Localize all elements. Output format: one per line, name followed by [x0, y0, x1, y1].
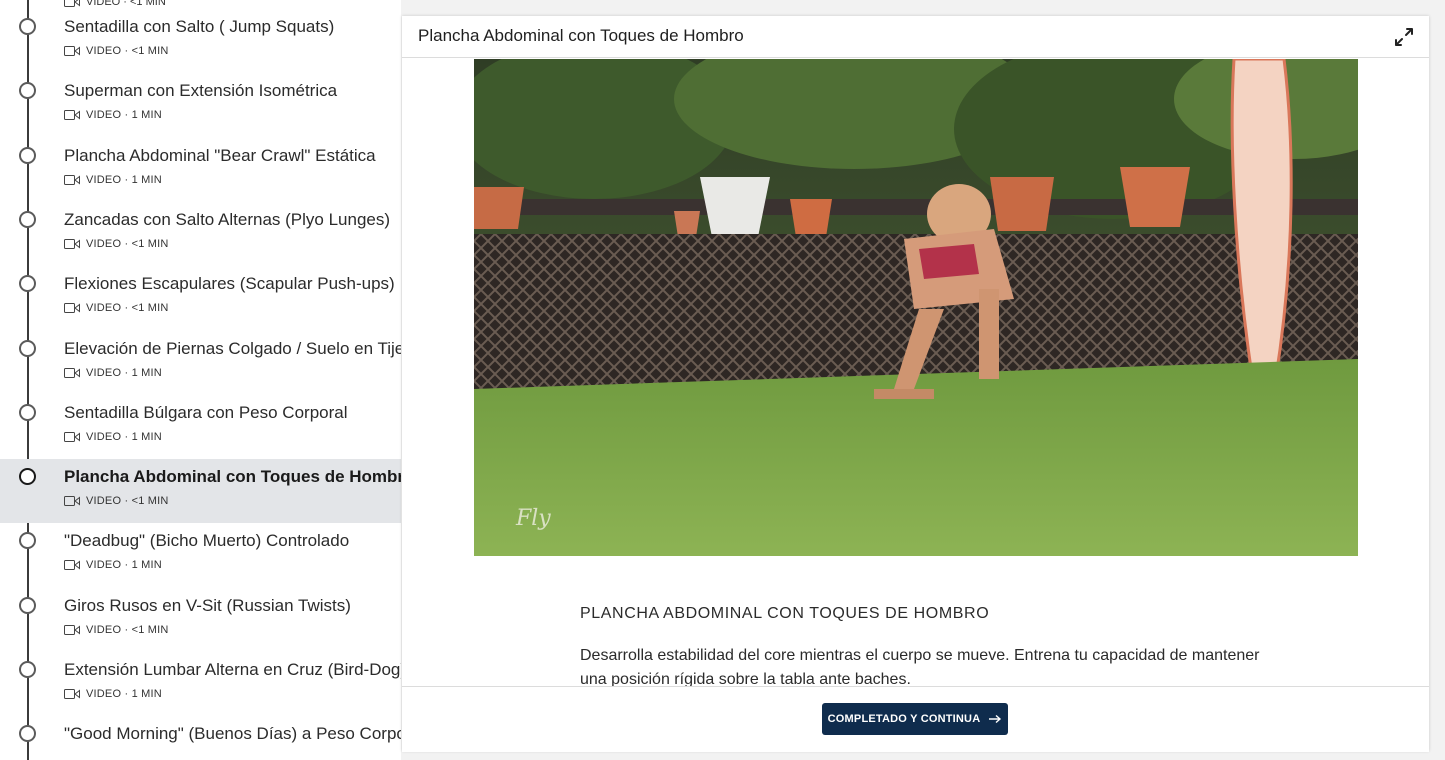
lesson-status-circle: [19, 275, 36, 292]
video-camera-icon: [64, 46, 80, 56]
lesson-heading: PLANCHA ABDOMINAL CON TOQUES DE HOMBRO: [580, 605, 990, 622]
lesson-title: Superman con Extensión Isométrica: [64, 81, 338, 100]
lesson-meta: VIDEO · <1 MIN: [86, 45, 169, 57]
lesson-meta-row: VIDEO · <1 MIN: [64, 623, 169, 637]
lesson-title: Sentadilla con Salto ( Jump Squats): [64, 17, 335, 36]
lesson-title: "Good Morning" (Buenos Días) a Peso Corp…: [64, 724, 401, 743]
lesson-status-circle: [19, 468, 36, 485]
lesson-meta: VIDEO · <1 MIN: [86, 495, 169, 507]
lesson-sidebar: VIDEO · <1 MIN Sentadilla con Salto ( Ju…: [0, 0, 401, 760]
video-camera-icon: [64, 432, 80, 442]
lesson-status-circle: [19, 147, 36, 164]
video-camera-icon: [64, 303, 80, 313]
lesson-meta: VIDEO · <1 MIN: [86, 238, 169, 250]
lesson-content-panel: Plancha Abdominal con Toques de Hombro F…: [402, 16, 1429, 752]
lesson-item[interactable]: Sentadilla Búlgara con Peso Corporal VIDE…: [0, 395, 401, 459]
lesson-item[interactable]: Giros Rusos en V-Sit (Russian Twists) VID…: [0, 588, 401, 652]
lesson-meta-row: VIDEO · <1 MIN: [64, 44, 169, 58]
lesson-meta: VIDEO · 1 MIN: [86, 367, 162, 379]
lesson-status-circle: [19, 532, 36, 549]
video-camera-icon: [64, 239, 80, 249]
panel-header: Plancha Abdominal con Toques de Hombro: [402, 16, 1429, 58]
lesson-item[interactable]: "Deadbug" (Bicho Muerto) Controlado VIDEO…: [0, 523, 401, 587]
lesson-meta: VIDEO · <1 MIN: [86, 0, 166, 8]
lesson-item[interactable]: Elevación de Piernas Colgado / Suelo en …: [0, 331, 401, 395]
lesson-status-circle: [19, 211, 36, 228]
lesson-description: Desarrolla estabilidad del core mientras…: [580, 647, 1260, 688]
lesson-status-circle: [19, 404, 36, 421]
lesson-title: Extensión Lumbar Alterna en Cruz (Bird-D…: [64, 660, 401, 679]
lesson-status-circle: [19, 661, 36, 678]
complete-and-continue-button[interactable]: COMPLETADO Y CONTINUA: [822, 703, 1008, 735]
lesson-meta-row: VIDEO · 1 MIN: [64, 687, 162, 701]
lesson-item[interactable]: Zancadas con Salto Alternas (Plyo Lunges…: [0, 202, 401, 266]
lesson-meta-row: VIDEO · <1 MIN: [64, 237, 169, 251]
lesson-title: Plancha Abdominal con Toques de Hombro: [64, 467, 401, 486]
lesson-meta: VIDEO · 1 MIN: [86, 431, 162, 443]
lesson-title: Zancadas con Salto Alternas (Plyo Lunges…: [64, 210, 391, 229]
lesson-meta: VIDEO · <1 MIN: [86, 624, 169, 636]
lesson-status-circle: [19, 82, 36, 99]
video-camera-icon: [64, 0, 80, 7]
lesson-meta-row: VIDEO · 1 MIN: [64, 558, 162, 572]
lesson-status-circle: [19, 597, 36, 614]
lesson-meta: VIDEO · 1 MIN: [86, 109, 162, 121]
lesson-title: Plancha Abdominal "Bear Crawl" Estática: [64, 146, 376, 165]
lesson-status-circle: [19, 725, 36, 742]
lesson-status-circle: [19, 340, 36, 357]
video-watermark: Fly: [515, 506, 551, 531]
lesson-title: "Deadbug" (Bicho Muerto) Controlado: [64, 531, 350, 550]
lesson-meta-row: VIDEO · 1 MIN: [64, 108, 162, 122]
panel-title: Plancha Abdominal con Toques de Hombro: [418, 26, 744, 45]
video-player[interactable]: Fly: [474, 59, 1358, 556]
arrow-right-icon: [989, 714, 1002, 724]
lesson-item-active[interactable]: Plancha Abdominal con Toques de Hombro VI…: [0, 459, 401, 523]
lesson-status-circle: [19, 18, 36, 35]
lesson-title: Sentadilla Búlgara con Peso Corporal: [64, 403, 348, 422]
lesson-meta-row: VIDEO · 1 MIN: [64, 430, 162, 444]
video-camera-icon: [64, 625, 80, 635]
lesson-item[interactable]: "Good Morning" (Buenos Días) a Peso Corp…: [0, 716, 401, 760]
video-frame: Fly: [474, 59, 1358, 556]
video-camera-icon: [64, 560, 80, 570]
lesson-meta: VIDEO · <1 MIN: [86, 302, 169, 314]
lesson-title: Flexiones Escapulares (Scapular Push-ups…: [64, 274, 395, 293]
lesson-title: Elevación de Piernas Colgado / Suelo en …: [64, 339, 401, 358]
video-camera-icon: [64, 175, 80, 185]
expand-icon[interactable]: [1393, 26, 1415, 48]
lesson-meta: VIDEO · 1 MIN: [86, 688, 162, 700]
lesson-meta-row: VIDEO · <1 MIN: [64, 301, 169, 315]
video-camera-icon: [64, 368, 80, 378]
lesson-meta-row: VIDEO · 1 MIN: [64, 366, 162, 380]
video-camera-icon: [64, 689, 80, 699]
lesson-item[interactable]: Superman con Extensión Isométrica VIDEO ·…: [0, 73, 401, 137]
lesson-meta-row: VIDEO · 1 MIN: [64, 173, 162, 187]
lesson-meta-row: VIDEO · <1 MIN: [64, 494, 169, 508]
lesson-item[interactable]: Plancha Abdominal "Bear Crawl" Estática V…: [0, 138, 401, 202]
lesson-item[interactable]: Sentadilla con Salto ( Jump Squats) VIDEO…: [0, 9, 401, 73]
lesson-meta: VIDEO · 1 MIN: [86, 174, 162, 186]
video-camera-icon: [64, 110, 80, 120]
panel-footer: COMPLETADO Y CONTINUA: [402, 686, 1429, 752]
lesson-item[interactable]: Extensión Lumbar Alterna en Cruz (Bird-D…: [0, 652, 401, 716]
lesson-item[interactable]: Flexiones Escapulares (Scapular Push-ups…: [0, 266, 401, 330]
lesson-meta: VIDEO · 1 MIN: [86, 559, 162, 571]
complete-button-label: COMPLETADO Y CONTINUA: [827, 713, 981, 725]
lesson-title: Giros Rusos en V-Sit (Russian Twists): [64, 596, 351, 615]
video-camera-icon: [64, 496, 80, 506]
